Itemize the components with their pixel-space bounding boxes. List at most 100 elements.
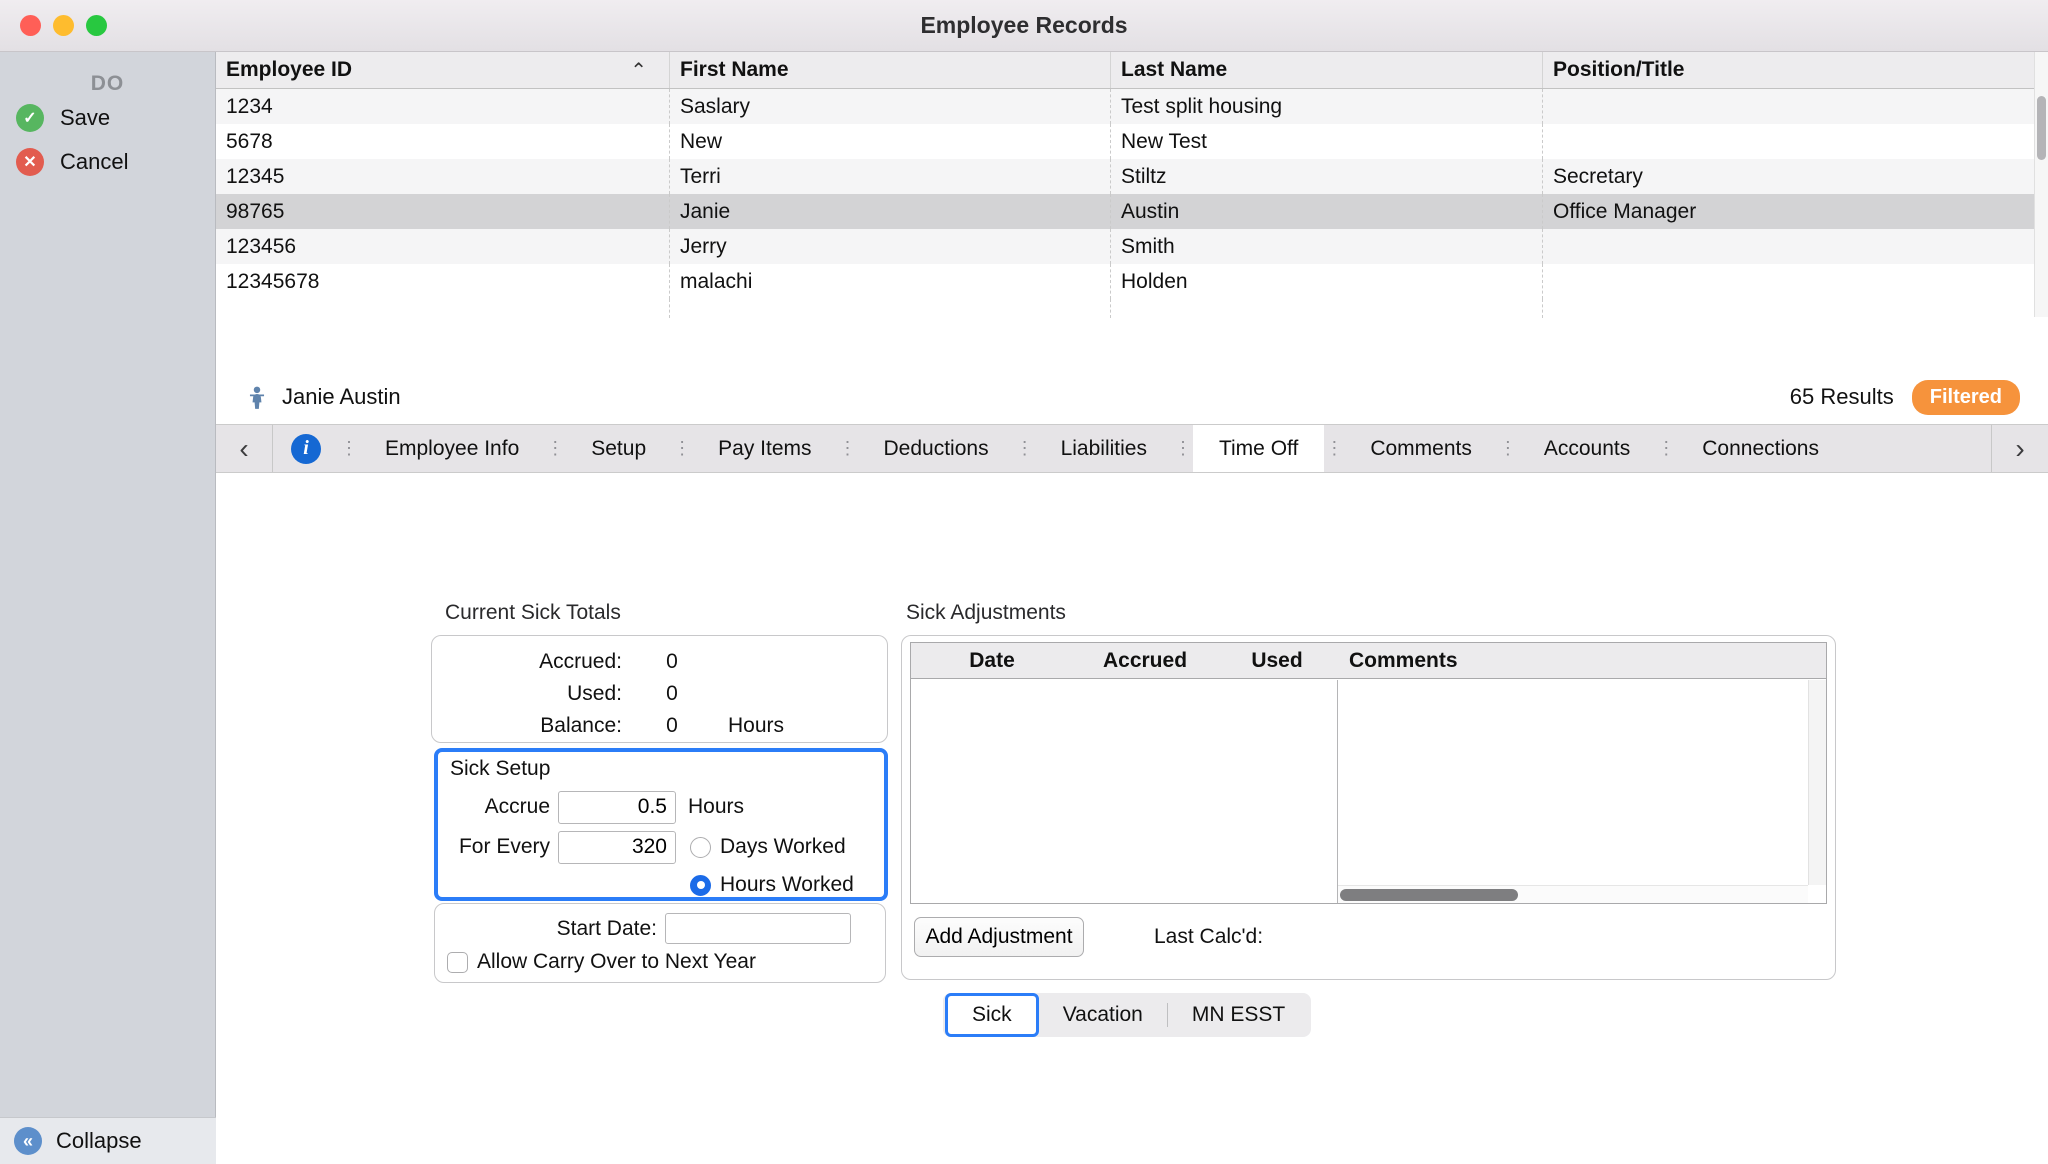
window-controls xyxy=(20,15,107,36)
sidebar: DO ✓ Save ✕ Cancel « Collapse xyxy=(0,52,216,1164)
tab-separator: ⋮ xyxy=(340,438,358,458)
accrued-total-row: Accrued: 0 xyxy=(432,646,887,678)
tab-separator: ⋮ xyxy=(1325,438,1344,458)
sidebar-header: DO xyxy=(90,72,125,95)
tab-separator: ⋮ xyxy=(1015,438,1034,458)
start-date-row: Start Date: xyxy=(435,913,851,944)
record-tab-bar: ‹ i ⋮ Employee Info ⋮ Setup ⋮ Pay Items … xyxy=(216,424,2048,473)
cancel-button[interactable]: ✕ Cancel xyxy=(0,140,215,184)
sick-setup-title: Sick Setup xyxy=(450,757,551,780)
used-total-value: 0 xyxy=(666,682,678,705)
tab-time-off[interactable]: Time Off xyxy=(1192,425,1325,472)
table-row-selected[interactable]: 98765 Janie Austin Office Manager xyxy=(216,194,2048,229)
table-vertical-scrollbar[interactable] xyxy=(2034,52,2048,317)
save-button-label: Save xyxy=(60,105,111,130)
used-total-row: Used: 0 xyxy=(432,678,887,710)
balance-total-value: 0 xyxy=(666,714,678,737)
record-bar: Janie Austin 65 Results Filtered xyxy=(216,370,2048,424)
results-count: 65 Results xyxy=(1789,384,1894,409)
accrue-row: Accrue Hours xyxy=(450,790,744,824)
comments-scrollbar-thumb[interactable] xyxy=(1340,889,1518,901)
comments-area[interactable] xyxy=(1337,680,1826,903)
accrued-total-value: 0 xyxy=(666,650,678,673)
table-empty-space xyxy=(216,299,2048,318)
tab-separator: ⋮ xyxy=(1657,438,1676,458)
comments-horizontal-scrollbar[interactable] xyxy=(1338,885,1808,903)
table-row[interactable]: 12345 Terri Stiltz Secretary xyxy=(216,159,2048,194)
person-icon xyxy=(249,386,265,409)
start-date-input[interactable] xyxy=(665,913,851,944)
last-calcd-label: Last Calc'd: xyxy=(1154,925,1264,948)
for-every-input[interactable] xyxy=(558,830,676,864)
table-row[interactable]: 1234 Saslary Test split housing xyxy=(216,89,2048,124)
comments-vertical-scrollbar[interactable] xyxy=(1808,680,1826,885)
cancel-x-icon: ✕ xyxy=(16,148,44,176)
tab-employee-info[interactable]: Employee Info xyxy=(359,425,545,472)
carry-over-row: Allow Carry Over to Next Year xyxy=(447,950,756,974)
table-row[interactable]: 12345678 malachi Holden xyxy=(216,264,2048,299)
tab-liabilities[interactable]: Liabilities xyxy=(1035,425,1173,472)
tab-pay-items[interactable]: Pay Items xyxy=(692,425,837,472)
sort-ascending-icon: ⌃ xyxy=(630,59,647,82)
hours-worked-row: Hours Worked xyxy=(690,868,854,902)
minimize-window-button[interactable] xyxy=(53,15,74,36)
info-icon: i xyxy=(291,433,321,464)
tab-separator: ⋮ xyxy=(1498,438,1517,458)
adj-column-comments: Comments xyxy=(1349,648,1458,672)
tab-connections[interactable]: Connections xyxy=(1676,425,1845,472)
collapse-button-label: Collapse xyxy=(56,1128,142,1153)
save-check-icon: ✓ xyxy=(16,104,44,132)
hours-worked-radio[interactable] xyxy=(690,874,711,896)
adjustments-table-header: Date Accrued Used Comments xyxy=(911,643,1826,679)
collapse-button[interactable]: « Collapse xyxy=(0,1117,216,1164)
zoom-window-button[interactable] xyxy=(86,15,107,36)
tab-separator: ⋮ xyxy=(1173,438,1192,458)
info-tab[interactable]: i xyxy=(273,425,339,472)
table-scrollbar-thumb[interactable] xyxy=(2037,96,2046,160)
time-off-category-tabs: Sick Vacation MN ESST xyxy=(943,993,1312,1037)
tab-separator: ⋮ xyxy=(673,438,692,458)
column-header-position-title[interactable]: Position/Title xyxy=(1542,52,2048,88)
sick-adjustments-title: Sick Adjustments xyxy=(906,601,1066,624)
collapse-chevrons-icon: « xyxy=(14,1127,42,1155)
tab-accounts[interactable]: Accounts xyxy=(1518,425,1656,472)
adj-column-accrued: Accrued xyxy=(1102,648,1188,672)
employee-table: Employee ID ⌃ First Name Last Name Posit… xyxy=(216,52,2048,318)
close-window-button[interactable] xyxy=(20,15,41,36)
tab-separator: ⋮ xyxy=(546,438,565,458)
filtered-badge[interactable]: Filtered xyxy=(1911,379,2020,415)
window-title: Employee Records xyxy=(920,12,1128,38)
balance-total-row: Balance: 0 Hours xyxy=(540,714,785,737)
column-header-employee-id[interactable]: Employee ID ⌃ xyxy=(216,52,669,88)
adjustments-table-body xyxy=(911,680,1826,903)
cancel-button-label: Cancel xyxy=(60,149,129,174)
tabs-scroll-right-button[interactable]: › xyxy=(1992,425,2048,472)
current-sick-totals-title: Current Sick Totals xyxy=(445,601,621,624)
adj-column-date: Date xyxy=(969,648,1015,672)
tab-setup[interactable]: Setup xyxy=(565,425,672,472)
column-header-last-name[interactable]: Last Name xyxy=(1110,52,1542,88)
selected-record-name: Janie Austin xyxy=(282,384,401,409)
days-worked-radio[interactable] xyxy=(690,836,711,858)
tab-comments[interactable]: Comments xyxy=(1344,425,1498,472)
accrue-hours-input[interactable] xyxy=(558,790,676,824)
add-adjustment-button[interactable]: Add Adjustment xyxy=(914,917,1084,957)
carry-over-checkbox[interactable] xyxy=(447,951,468,973)
start-date-box: Start Date: Allow Carry Over to Next Yea… xyxy=(434,903,886,983)
category-tab-mn-esst[interactable]: MN ESST xyxy=(1168,993,1309,1037)
category-tab-sick[interactable]: Sick xyxy=(945,993,1039,1037)
tab-deductions[interactable]: Deductions xyxy=(858,425,1015,472)
main-area: Employee ID ⌃ First Name Last Name Posit… xyxy=(216,52,2048,1164)
table-row[interactable]: 123456 Jerry Smith xyxy=(216,229,2048,264)
column-header-first-name[interactable]: First Name xyxy=(669,52,1110,88)
current-sick-totals-box: Accrued: 0 Used: 0 Balance: 0 Hours xyxy=(431,635,888,743)
category-tab-vacation[interactable]: Vacation xyxy=(1039,993,1167,1037)
window-titlebar: Employee Records xyxy=(0,0,2048,52)
tabs-scroll-left-button[interactable]: ‹ xyxy=(216,425,272,472)
employee-table-header: Employee ID ⌃ First Name Last Name Posit… xyxy=(216,52,2048,89)
adjustments-table: Date Accrued Used Comments xyxy=(910,642,1827,904)
table-row[interactable]: 5678 New New Test xyxy=(216,124,2048,159)
save-button[interactable]: ✓ Save xyxy=(0,96,215,140)
adj-column-used: Used xyxy=(1251,648,1303,672)
